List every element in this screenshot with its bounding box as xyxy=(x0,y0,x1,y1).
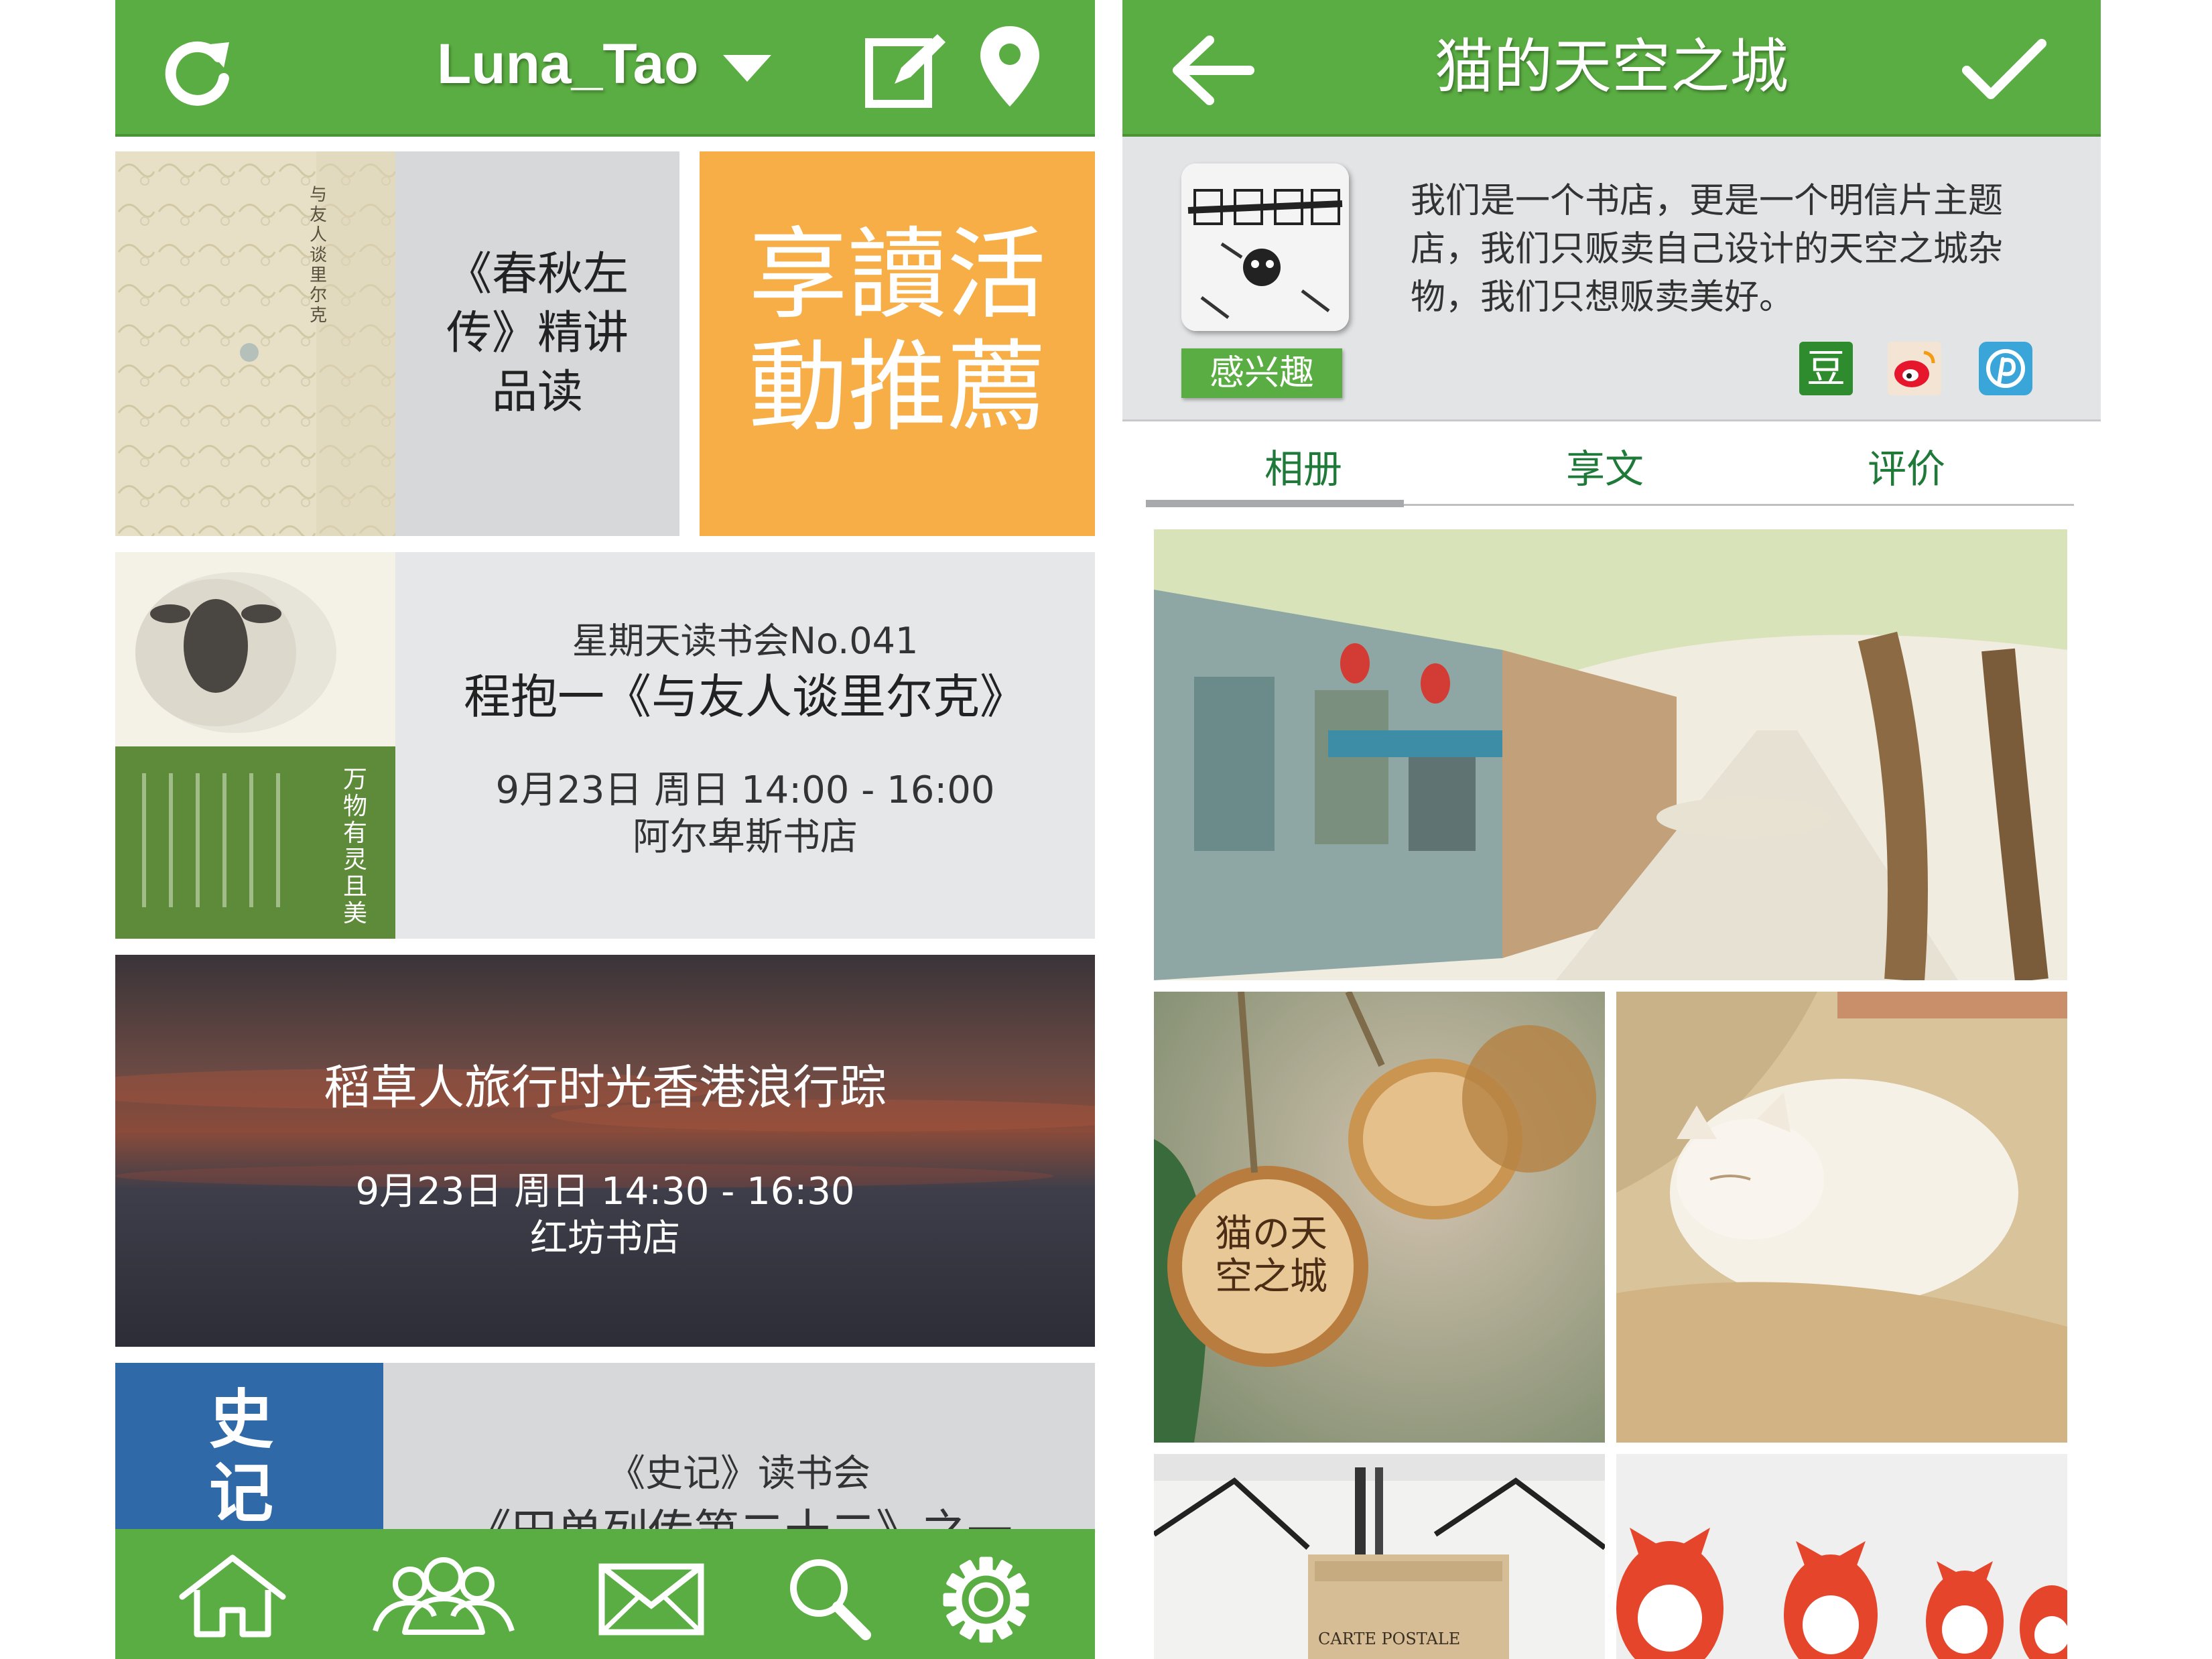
keychain-tag-text: 猫の天空之城 xyxy=(1215,1212,1327,1299)
sheep-book-cover[interactable]: 万物有灵且美 xyxy=(115,552,395,939)
tab-reviews[interactable]: 评价 xyxy=(1772,436,2040,503)
location-pin-icon[interactable] xyxy=(976,23,1043,111)
photo-red-cat-figurines[interactable] xyxy=(1616,1454,2067,1659)
back-arrow-icon[interactable] xyxy=(1169,34,1256,107)
active-tab-indicator xyxy=(1146,500,1404,507)
weibo-icon[interactable] xyxy=(1888,342,1941,395)
pinterest-icon[interactable] xyxy=(1979,342,2032,395)
event-venue: 阿尔卑斯书店 xyxy=(633,815,858,859)
event-title: 程抱一《与友人谈里尔克》 xyxy=(464,669,1027,724)
reading-events-promo-tile[interactable]: 享讀活 動推薦 xyxy=(700,151,1095,536)
event-card-shiji[interactable]: 《史记》读书会 《田单列传第二十二》之一 xyxy=(383,1363,1095,1530)
event-series: 星期天读书会No.041 xyxy=(572,620,919,662)
event-venue: 红坊书店 xyxy=(530,1217,680,1260)
description-line-3: 物，我们只想贩卖美好。 xyxy=(1411,277,1795,318)
bookstore-detail-screen: 猫的天空之城 感兴趣 我们是一个书店，更是一个明信片主题 店，我们只贩卖自己设计… xyxy=(1122,0,2101,1659)
chunqiu-title-line-3: 品读 xyxy=(491,366,583,419)
shop-description: 我们是一个书店，更是一个明信片主题 店，我们只贩卖自己设计的天空之城杂 物，我们… xyxy=(1411,177,2054,322)
chunqiu-title-line-2: 传》精讲 xyxy=(446,307,629,360)
refresh-icon[interactable] xyxy=(157,30,237,111)
edit-icon[interactable] xyxy=(862,30,950,111)
chunqiu-tile[interactable]: 《春秋左 传》精讲 品读 xyxy=(395,151,679,536)
page-title: 猫的天空之城 xyxy=(1434,32,1788,101)
shop-logo[interactable] xyxy=(1181,163,1349,331)
photo-street-watercolor[interactable] xyxy=(1154,529,2067,980)
photo-postcard-box[interactable]: CARTE POSTALE xyxy=(1154,1454,1605,1659)
description-line-2: 店，我们只贩卖自己设计的天空之城杂 xyxy=(1411,229,2004,269)
mail-icon[interactable] xyxy=(598,1563,705,1636)
event-card-scarecrow[interactable]: 稻草人旅行时光香港浪行踪 9月23日 周日 14:30 - 16:30 红坊书店 xyxy=(115,955,1095,1347)
bottom-navigation xyxy=(115,1529,1095,1659)
tab-album[interactable]: 相册 xyxy=(1169,436,1437,503)
event-card-rilke[interactable]: 星期天读书会No.041 程抱一《与友人谈里尔克》 9月23日 周日 14:00… xyxy=(395,552,1095,939)
interest-button[interactable]: 感兴趣 xyxy=(1181,348,1342,398)
promo-line-2: 動推薦 xyxy=(749,330,1046,445)
description-line-1: 我们是一个书店，更是一个明信片主题 xyxy=(1411,181,2004,221)
check-icon[interactable] xyxy=(1960,37,2047,104)
postcard-box-label: CARTE POSTALE xyxy=(1318,1630,1461,1648)
event-series: 《史记》读书会 xyxy=(608,1452,870,1496)
home-icon[interactable] xyxy=(176,1552,289,1640)
event-title: 稻草人旅行时光香港浪行踪 xyxy=(324,1060,887,1115)
event-title-partial: 《田单列传第二十二》之一 xyxy=(383,1500,1095,1530)
rilke-book-cover[interactable]: 与友人谈里尔克 xyxy=(115,151,395,536)
sheep-book-vertical-title: 万物有灵且美 xyxy=(343,766,368,927)
photo-wooden-keychains[interactable]: 猫の天空之城 xyxy=(1154,992,1605,1443)
activity-feed-screen: Luna_Tao 与友人谈里尔克 《春秋左 传》精讲 品读 享讀活 動推薦 万物… xyxy=(115,0,1095,1659)
photo-sleeping-cat[interactable] xyxy=(1616,992,2067,1443)
douban-icon[interactable]: 豆 xyxy=(1799,342,1853,395)
top-bar: 猫的天空之城 xyxy=(1122,0,2101,137)
top-bar: Luna_Tao xyxy=(115,0,1095,137)
settings-gear-icon[interactable] xyxy=(941,1554,1031,1645)
book-vertical-title: 与友人谈里尔克 xyxy=(310,185,328,326)
shop-info-panel: 感兴趣 我们是一个书店，更是一个明信片主题 店，我们只贩卖自己设计的天空之城杂 … xyxy=(1122,137,2101,421)
tab-articles[interactable]: 享文 xyxy=(1471,436,1739,503)
event-datetime: 9月23日 周日 14:30 - 16:30 xyxy=(355,1170,855,1213)
search-icon[interactable] xyxy=(785,1554,872,1642)
shiji-cover-title: 史记 xyxy=(209,1382,273,1530)
shiji-book-cover[interactable]: 史记 xyxy=(115,1363,383,1530)
promo-line-1: 享讀活 xyxy=(749,217,1046,332)
chunqiu-title-line-1: 《春秋左 xyxy=(446,248,629,301)
community-icon[interactable] xyxy=(370,1556,517,1636)
chevron-down-icon[interactable] xyxy=(720,52,774,86)
event-datetime: 9月23日 周日 14:00 - 16:00 xyxy=(495,769,995,812)
